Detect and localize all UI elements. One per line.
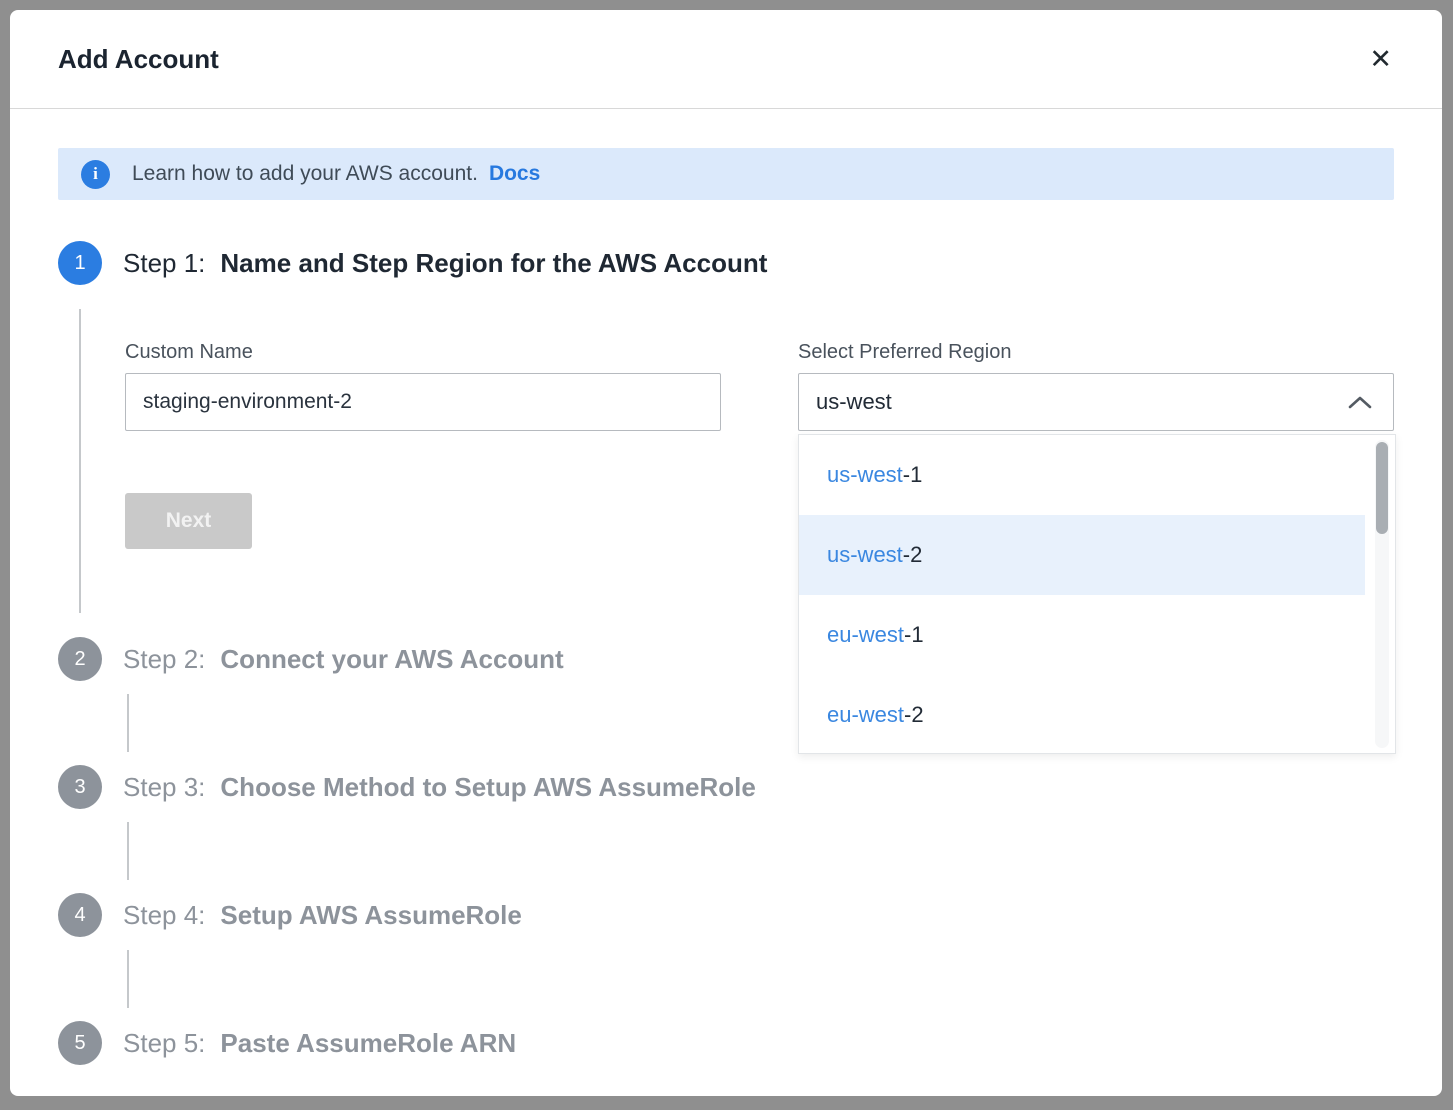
step-3-title: Choose Method to Setup AWS AssumeRole: [220, 772, 755, 802]
step-2-prefix: Step 2:: [123, 644, 205, 674]
region-field: Select Preferred Region us-west: [798, 341, 1394, 431]
step-row-4: 4 Step 4: Setup AWS AssumeRole: [58, 893, 1394, 937]
step-1-prefix: Step 1:: [123, 248, 205, 278]
info-banner: i Learn how to add your AWS account. Doc…: [58, 148, 1394, 200]
step-connector: [127, 694, 129, 752]
chevron-up-icon: [1348, 396, 1372, 409]
region-option-us-west-1[interactable]: us-west-1: [799, 435, 1365, 515]
step-2-circle: 2: [58, 637, 102, 681]
step-4-header: Step 4: Setup AWS AssumeRole: [123, 900, 522, 931]
step-1-title: Name and Step Region for the AWS Account: [220, 248, 767, 278]
option-match-text: us-west: [827, 542, 903, 568]
step-5-prefix: Step 5:: [123, 1028, 205, 1058]
step-4-title: Setup AWS AssumeRole: [220, 900, 521, 930]
step-1-content: Custom Name Select Preferred Region us-w…: [58, 285, 1394, 637]
region-select-value: us-west: [816, 389, 892, 415]
docs-link[interactable]: Docs: [489, 162, 540, 186]
step-5-circle: 5: [58, 1021, 102, 1065]
step-1-circle: 1: [58, 241, 102, 285]
dropdown-scrollbar-thumb[interactable]: [1376, 442, 1388, 534]
custom-name-field: Custom Name: [125, 341, 721, 431]
step-2-title: Connect your AWS Account: [220, 644, 563, 674]
option-rest-text: -2: [903, 542, 923, 568]
close-icon: ✕: [1369, 44, 1392, 74]
stepper: 1 Step 1: Name and Step Region for the AW…: [58, 241, 1394, 1065]
region-dropdown: us-west-1 us-west-2 eu-west-1 eu-west-2: [798, 434, 1396, 754]
step-connector: [127, 950, 129, 1008]
next-button[interactable]: Next: [125, 493, 252, 549]
option-match-text: eu-west: [827, 622, 904, 648]
region-option-eu-west-2[interactable]: eu-west-2: [799, 675, 1365, 755]
step-5-title: Paste AssumeRole ARN: [220, 1028, 516, 1058]
step-3-header: Step 3: Choose Method to Setup AWS Assume…: [123, 772, 756, 803]
step-4-prefix: Step 4:: [123, 900, 205, 930]
step-row-5: 5 Step 5: Paste AssumeRole ARN: [58, 1021, 1394, 1065]
step-3-prefix: Step 3:: [123, 772, 205, 802]
step-5-header: Step 5: Paste AssumeRole ARN: [123, 1028, 516, 1059]
step-1-header: Step 1: Name and Step Region for the AWS …: [123, 248, 767, 279]
modal-header: Add Account ✕: [10, 10, 1442, 109]
step-2-header: Step 2: Connect your AWS Account: [123, 644, 564, 675]
step-1-form-row: Custom Name Select Preferred Region us-w…: [125, 341, 1394, 431]
region-option-list: us-west-1 us-west-2 eu-west-1 eu-west-2: [799, 435, 1365, 755]
modal-body: i Learn how to add your AWS account. Doc…: [10, 109, 1442, 1096]
option-rest-text: -1: [903, 462, 923, 488]
step-connector: [127, 822, 129, 880]
custom-name-input[interactable]: [125, 373, 721, 431]
region-label: Select Preferred Region: [798, 341, 1394, 364]
step-4-circle: 4: [58, 893, 102, 937]
option-match-text: us-west: [827, 462, 903, 488]
region-option-us-west-2[interactable]: us-west-2: [799, 515, 1365, 595]
add-account-modal: Add Account ✕ i Learn how to add your AW…: [10, 10, 1442, 1096]
step-3-circle: 3: [58, 765, 102, 809]
region-option-eu-west-1[interactable]: eu-west-1: [799, 595, 1365, 675]
close-button[interactable]: ✕: [1365, 42, 1396, 77]
banner-text: Learn how to add your AWS account.: [132, 162, 478, 186]
option-rest-text: -2: [904, 702, 924, 728]
region-select[interactable]: us-west: [798, 373, 1394, 431]
step-row-1: 1 Step 1: Name and Step Region for the AW…: [58, 241, 1394, 285]
option-match-text: eu-west: [827, 702, 904, 728]
custom-name-label: Custom Name: [125, 341, 721, 364]
info-icon: i: [81, 160, 110, 189]
modal-title: Add Account: [58, 44, 219, 75]
dropdown-scrollbar-track[interactable]: [1375, 440, 1389, 748]
option-rest-text: -1: [904, 622, 924, 648]
step-row-3: 3 Step 3: Choose Method to Setup AWS Assu…: [58, 765, 1394, 809]
